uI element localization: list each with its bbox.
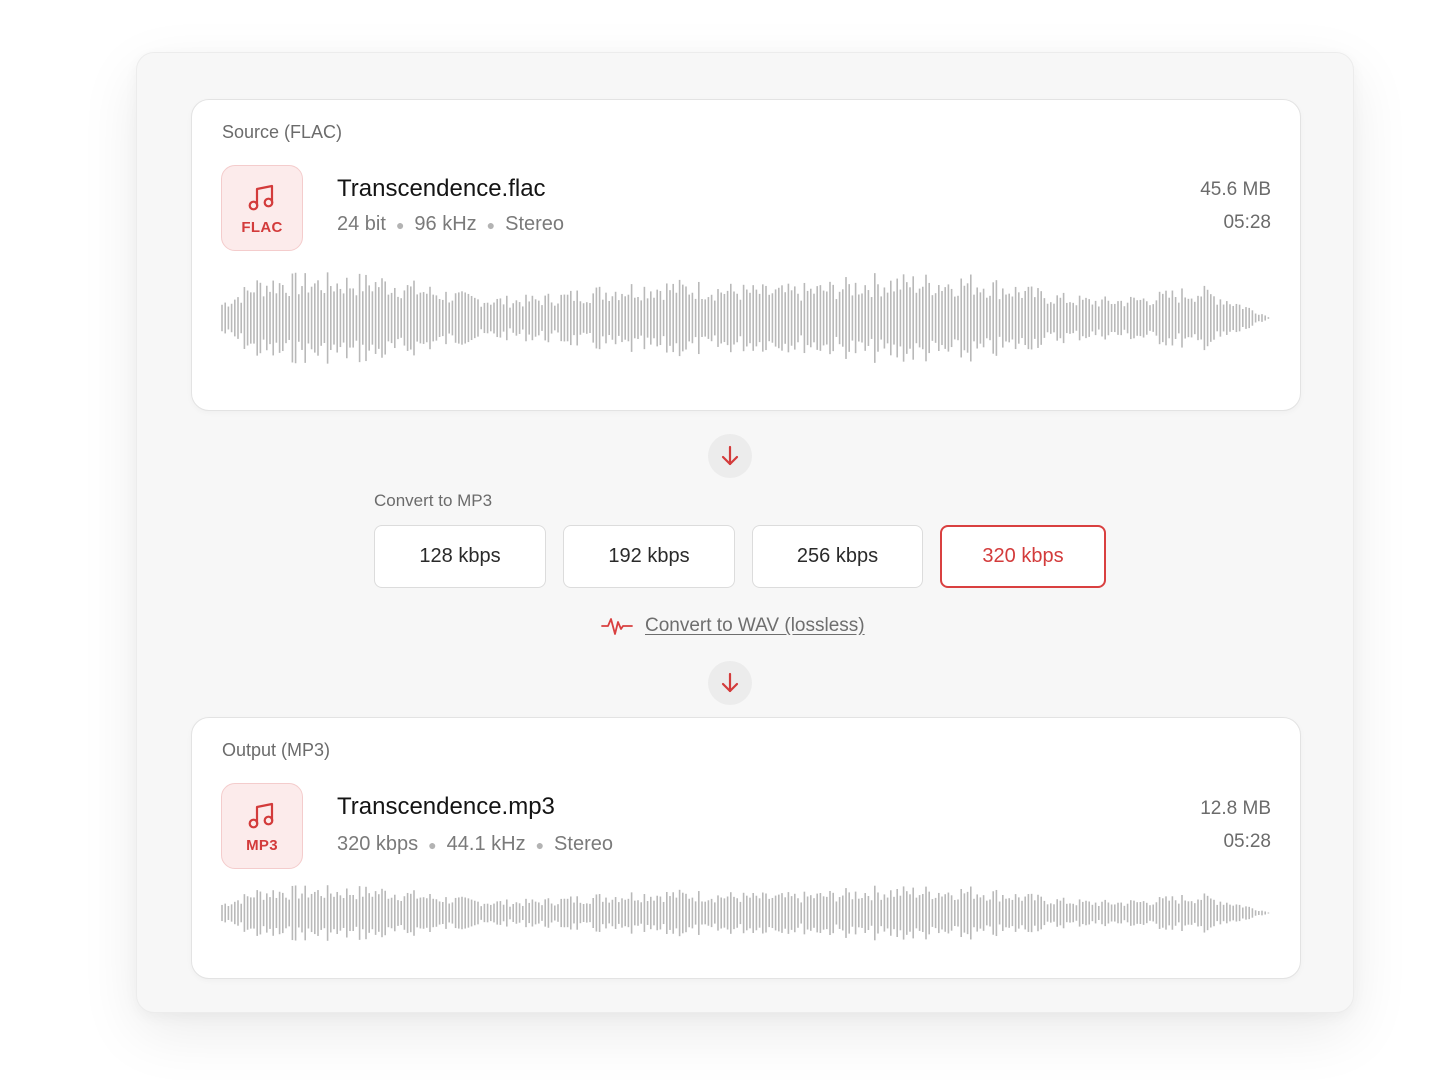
source-meta: 24 bit ● 96 kHz ● Stereo — [337, 213, 564, 236]
bitrate-option-256[interactable]: 256 kbps — [752, 525, 923, 588]
convert-to-wav-link[interactable]: Convert to WAV (lossless) — [601, 615, 865, 637]
source-label: Source (FLAC) — [222, 122, 343, 142]
output-sample-rate: 44.1 kHz — [446, 833, 526, 855]
convert-to-wav-label[interactable]: Convert to WAV (lossless) — [645, 615, 865, 637]
source-file-name: Transcendence.flac — [337, 175, 546, 202]
arrow-down-icon — [708, 661, 752, 705]
output-file-size: 12.8 MB — [1200, 798, 1271, 819]
source-waveform — [221, 272, 1270, 364]
source-format-label: FLAC — [241, 218, 283, 236]
waveform-pulse-icon — [601, 618, 633, 635]
bitrate-option-128[interactable]: 128 kbps — [374, 525, 546, 588]
source-format-badge: FLAC — [221, 165, 303, 251]
bitrate-option-320[interactable]: 320 kbps — [940, 525, 1106, 588]
output-label: Output (MP3) — [222, 740, 331, 760]
output-channels: Stereo — [554, 833, 613, 855]
output-format-label: MP3 — [246, 836, 278, 854]
separator-dot: ● — [535, 836, 545, 853]
arrow-down-icon — [708, 434, 752, 478]
bitrate-option-192[interactable]: 192 kbps — [563, 525, 735, 588]
output-waveform — [221, 885, 1270, 941]
source-channels: Stereo — [505, 213, 565, 235]
output-card: Output (MP3) MP3 Transcendence.mp3 320 k… — [191, 717, 1301, 979]
source-file-size: 45.6 MB — [1200, 179, 1271, 200]
source-bit-depth: 24 bit — [337, 213, 386, 235]
separator-dot: ● — [486, 216, 496, 233]
convert-label: Convert to MP3 — [374, 491, 493, 510]
converter-panel: Source (FLAC) FLAC Transcendence.flac 24… — [136, 52, 1354, 1013]
output-duration: 05:28 — [1223, 831, 1271, 852]
output-file-name: Transcendence.mp3 — [337, 793, 555, 820]
music-note-icon — [248, 184, 274, 210]
output-bitrate: 320 kbps — [337, 833, 419, 855]
separator-dot: ● — [428, 836, 437, 853]
source-sample-rate: 96 kHz — [414, 213, 477, 235]
separator-dot: ● — [395, 216, 405, 233]
output-meta: 320 kbps ● 44.1 kHz ● Stereo — [337, 833, 613, 856]
output-format-badge: MP3 — [221, 783, 303, 869]
source-duration: 05:28 — [1223, 212, 1271, 233]
source-card: Source (FLAC) FLAC Transcendence.flac 24… — [191, 99, 1301, 411]
music-note-icon — [248, 802, 274, 828]
